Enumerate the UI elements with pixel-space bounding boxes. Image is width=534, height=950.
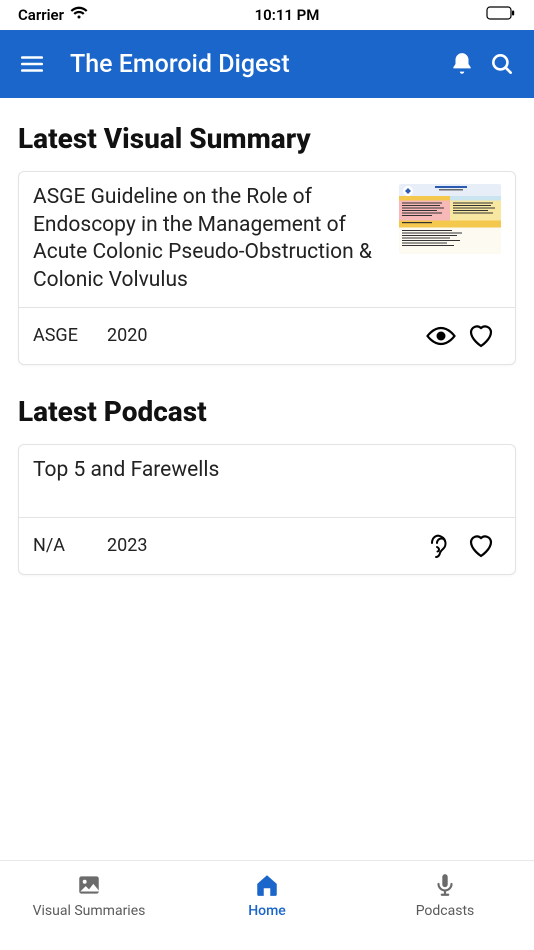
card-year: 2020 — [107, 325, 147, 346]
bottom-nav: Visual Summaries Home Podcasts — [0, 860, 534, 950]
card-org: N/A — [33, 535, 107, 556]
notifications-button[interactable] — [442, 44, 482, 84]
ear-icon — [429, 531, 453, 561]
nav-label: Podcasts — [416, 903, 475, 919]
nav-home[interactable]: Home — [187, 871, 347, 919]
section-heading-visual: Latest Visual Summary — [18, 122, 516, 155]
app-title: The Emoroid Digest — [70, 50, 442, 79]
heart-icon — [467, 533, 495, 559]
view-button[interactable] — [421, 318, 461, 354]
podcast-card[interactable]: Top 5 and Farewells N/A 2023 — [18, 444, 516, 575]
card-title: Top 5 and Farewells — [33, 457, 501, 505]
favorite-button[interactable] — [461, 528, 501, 564]
listen-button[interactable] — [421, 528, 461, 564]
app-bar: The Emoroid Digest — [0, 30, 534, 98]
search-icon — [489, 51, 515, 77]
bell-icon — [449, 51, 475, 77]
carrier-label: Carrier — [18, 6, 64, 24]
card-year: 2023 — [107, 535, 147, 556]
card-org: ASGE — [33, 325, 107, 346]
home-icon — [253, 871, 281, 899]
favorite-button[interactable] — [461, 318, 501, 354]
status-bar: Carrier 10:11 PM — [0, 0, 534, 30]
hamburger-icon — [19, 51, 45, 77]
wifi-icon — [70, 6, 88, 24]
menu-button[interactable] — [12, 44, 52, 84]
main-content: Latest Visual Summary ASGE Guideline on … — [0, 98, 534, 860]
section-heading-podcast: Latest Podcast — [18, 395, 516, 428]
nav-label: Home — [248, 903, 286, 919]
summary-thumbnail-image — [399, 184, 501, 254]
image-icon — [75, 871, 103, 899]
eye-icon — [425, 324, 457, 348]
card-title: ASGE Guideline on the Role of Endoscopy … — [33, 184, 387, 295]
nav-label: Visual Summaries — [33, 903, 146, 919]
battery-icon — [486, 6, 516, 24]
nav-podcasts[interactable]: Podcasts — [365, 871, 525, 919]
mic-icon — [431, 871, 459, 899]
search-button[interactable] — [482, 44, 522, 84]
clock-label: 10:11 PM — [255, 6, 320, 24]
visual-summary-card[interactable]: ASGE Guideline on the Role of Endoscopy … — [18, 171, 516, 365]
summary-thumbnail — [399, 184, 501, 254]
heart-icon — [467, 323, 495, 349]
nav-visual-summaries[interactable]: Visual Summaries — [9, 871, 169, 919]
